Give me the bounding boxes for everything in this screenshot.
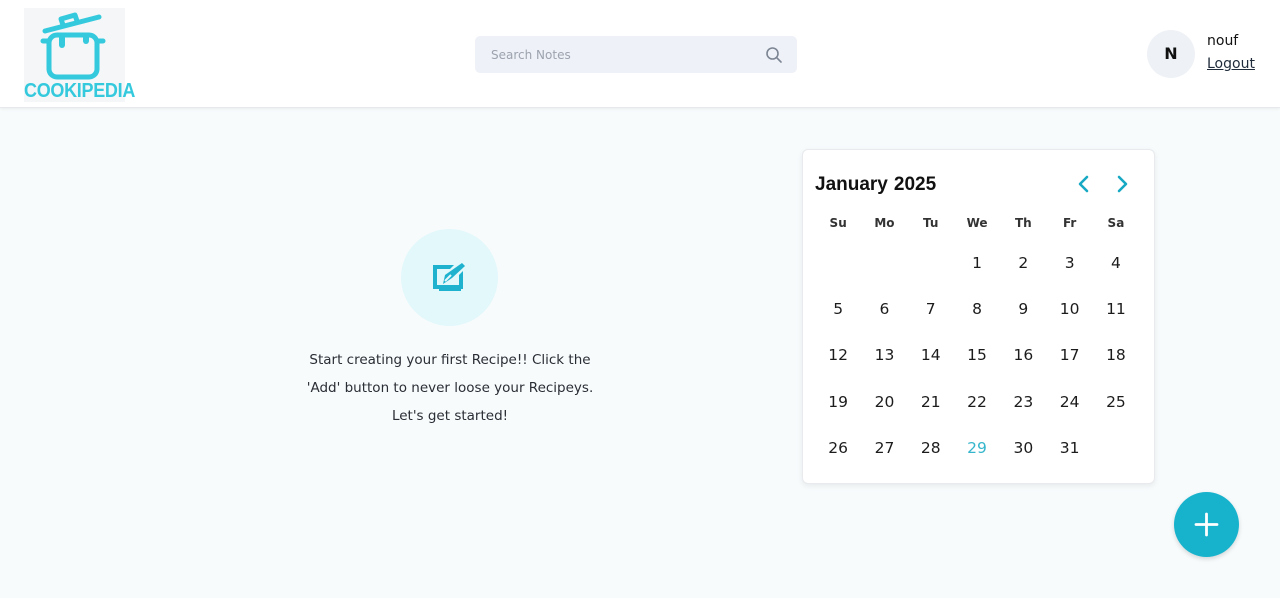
calendar-title: January 2025 [815,174,942,196]
cooking-pot-icon [40,12,106,80]
calendar-day[interactable]: 16 [1000,337,1046,383]
weekday-label: Fr [1062,216,1077,230]
calendar-day[interactable]: 6 [861,291,907,337]
weekday-label: Su [829,216,847,230]
calendar-day[interactable]: 7 [908,291,954,337]
recipe-note-icon [433,263,465,291]
empty-state-line-2: 'Add' button to never loose your Recipey… [306,380,594,396]
chevron-left-icon[interactable] [1073,173,1095,195]
weekday-label: Th [1014,216,1032,230]
calendar-day[interactable]: 23 [1000,384,1046,430]
weekday-label: Sa [1107,216,1125,230]
empty-state-line-1: Start creating your first Recipe!! Click… [309,352,591,368]
calendar-day[interactable]: 3 [1046,245,1092,291]
calendar-day[interactable]: 15 [954,337,1000,383]
calendar-day[interactable]: 18 [1093,337,1139,383]
calendar-day[interactable]: 30 [1000,430,1046,476]
calendar-day[interactable]: 17 [1046,337,1092,383]
calendar-day[interactable]: 12 [815,337,861,383]
empty-state-icon-circle [401,229,498,326]
calendar-blank-cell [908,245,954,291]
calendar-day[interactable]: 25 [1093,384,1139,430]
calendar-day[interactable]: 8 [954,291,1000,337]
calendar-day[interactable]: 26 [815,430,861,476]
calendar-day[interactable]: 10 [1046,291,1092,337]
calendar-day[interactable]: 19 [815,384,861,430]
cookipedia-logo[interactable]: COOKIPEDIA [24,8,136,102]
weekday-label: Tu [923,216,939,230]
calendar-day[interactable]: 20 [861,384,907,430]
add-recipe-button[interactable] [1174,492,1239,557]
empty-state-message: Start creating your first Recipe!! Click… [280,346,620,430]
calendar-day[interactable]: 9 [1000,291,1046,337]
calendar-day[interactable]: 5 [815,291,861,337]
calendar-day[interactable]: 4 [1093,245,1139,291]
search-icon[interactable] [765,46,783,64]
logo-text: COOKIPEDIA [24,78,136,102]
search-bar [475,36,797,73]
weekday-label: Mo [874,216,895,230]
calendar-weekday-header: Su Mo Tu We Th Fr Sa [815,216,1143,230]
calendar-blank-cell [861,245,907,291]
weekday-label: We [966,216,988,230]
calendar-day[interactable]: 22 [954,384,1000,430]
calendar-day-grid: 1 2 3 4 5 6 7 8 9 10 11 12 13 14 15 16 17 18 19 20 21 22 23 24 2… [815,245,1143,476]
calendar-widget: January 2025 Su Mo Tu We Th Fr Sa 1 2 3 4 5 6 7 8 9 10 11… [802,149,1155,484]
username: nouf [1207,33,1239,49]
logout-link[interactable]: Logout [1207,56,1255,72]
search-input[interactable] [475,36,755,73]
calendar-month: January [815,174,888,195]
empty-state-line-3: Let's get started! [391,408,509,424]
calendar-day[interactable]: 11 [1093,291,1139,337]
calendar-day[interactable]: 28 [908,430,954,476]
plus-icon [1194,512,1219,537]
chevron-right-icon[interactable] [1111,173,1133,195]
calendar-blank-cell [815,245,861,291]
calendar-year: 2025 [893,174,937,195]
calendar-day[interactable]: 27 [861,430,907,476]
calendar-day[interactable]: 29 [954,430,1000,476]
calendar-day[interactable]: 31 [1046,430,1092,476]
calendar-day[interactable]: 14 [908,337,954,383]
calendar-day[interactable]: 2 [1000,245,1046,291]
top-bar: COOKIPEDIA N nouf Logout [0,0,1280,108]
calendar-day[interactable]: 24 [1046,384,1092,430]
calendar-day[interactable]: 21 [908,384,954,430]
avatar[interactable]: N [1147,30,1195,78]
calendar-day[interactable]: 1 [954,245,1000,291]
calendar-day[interactable]: 13 [861,337,907,383]
